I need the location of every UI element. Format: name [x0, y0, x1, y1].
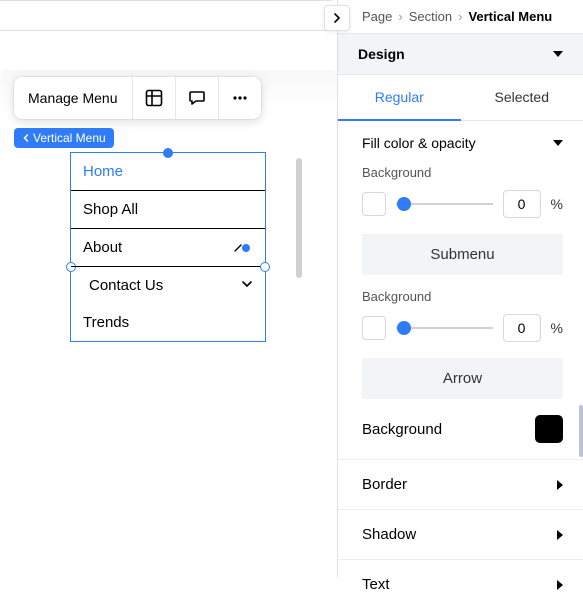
chevron-right-icon: ›	[398, 9, 402, 24]
manage-menu-button[interactable]: Manage Menu	[14, 77, 132, 119]
background-label: Background	[362, 165, 563, 180]
menu-item-home[interactable]: Home	[71, 153, 265, 191]
background-controls: 0 %	[362, 314, 563, 342]
unit-label: %	[551, 196, 563, 212]
chevron-right-icon: ›	[458, 9, 462, 24]
chevron-left-icon	[22, 131, 30, 145]
comment-icon	[188, 89, 206, 107]
fill-color-opacity-row[interactable]: Fill color & opacity	[362, 135, 563, 151]
chevron-right-icon	[332, 13, 342, 23]
unit-label: %	[551, 320, 563, 336]
design-panel: Page › Section › Vertical Menu Design Re…	[337, 0, 583, 577]
breadcrumb-section[interactable]: Section	[409, 9, 452, 24]
fill-section: Fill color & opacity Background 0 %	[338, 121, 583, 224]
resize-handle-top[interactable]	[163, 148, 173, 158]
chevron-down-icon	[241, 277, 253, 294]
accordion-title: Design	[358, 46, 405, 62]
menu-item-about[interactable]: About	[71, 229, 265, 267]
row-label: Border	[362, 476, 407, 493]
color-swatch[interactable]	[535, 415, 563, 443]
menu-item-trends[interactable]: Trends	[71, 304, 265, 341]
triangle-right-icon	[557, 480, 563, 490]
row-label: Shadow	[362, 526, 416, 543]
vertical-menu-widget[interactable]: Home Shop All About Contact Us Trends	[70, 152, 266, 342]
color-swatch[interactable]	[362, 316, 386, 340]
breadcrumb: Page › Section › Vertical Menu	[338, 0, 583, 33]
scrollbar[interactable]	[579, 405, 583, 457]
design-accordion-header[interactable]: Design	[338, 33, 583, 75]
more-button[interactable]	[219, 77, 261, 119]
editor-canvas: Manage Menu Vertical Menu	[0, 0, 332, 577]
background-label: Background	[362, 289, 563, 304]
breadcrumb-page[interactable]: Page	[362, 9, 392, 24]
menu-item-contact-us[interactable]: Contact Us	[71, 267, 265, 304]
triangle-down-icon	[553, 51, 563, 57]
slider-thumb[interactable]	[397, 197, 411, 211]
shadow-row[interactable]: Shadow	[338, 509, 583, 559]
arrow-background-row[interactable]: Background	[338, 399, 583, 459]
layout-icon	[145, 89, 163, 107]
tab-regular[interactable]: Regular	[338, 75, 461, 121]
arrow-group-header: Arrow	[362, 358, 563, 399]
selection-tag[interactable]: Vertical Menu	[14, 128, 114, 148]
menu-item-label: About	[83, 239, 122, 256]
state-tabs: Regular Selected	[338, 75, 583, 121]
triangle-down-icon	[553, 140, 563, 146]
more-icon	[231, 89, 249, 107]
row-label: Text	[362, 576, 390, 593]
background-controls: 0 %	[362, 190, 563, 218]
item-move-icon	[233, 243, 255, 253]
divider	[0, 30, 332, 31]
scrollbar[interactable]	[296, 158, 302, 278]
triangle-right-icon	[557, 580, 563, 590]
row-label: Background	[362, 421, 442, 438]
fill-title: Fill color & opacity	[362, 135, 476, 151]
layout-button[interactable]	[133, 77, 175, 119]
selection-tag-label: Vertical Menu	[33, 131, 106, 145]
floating-toolbar: Manage Menu	[14, 77, 261, 119]
menu-item-shop-all[interactable]: Shop All	[71, 191, 265, 229]
panel-collapse-button[interactable]	[324, 5, 350, 31]
slider-thumb[interactable]	[397, 321, 411, 335]
tab-selected[interactable]: Selected	[461, 75, 583, 120]
breadcrumb-current: Vertical Menu	[468, 9, 552, 24]
divider	[0, 0, 332, 1]
submenu-group-header: Submenu	[362, 234, 563, 275]
opacity-input[interactable]: 0	[503, 314, 541, 342]
text-row[interactable]: Text	[338, 559, 583, 609]
triangle-right-icon	[557, 530, 563, 540]
opacity-input[interactable]: 0	[503, 190, 541, 218]
submenu-section: Background 0 %	[338, 275, 583, 348]
opacity-slider[interactable]	[396, 194, 493, 214]
color-swatch[interactable]	[362, 192, 386, 216]
opacity-slider[interactable]	[396, 318, 493, 338]
menu-item-label: Contact Us	[89, 277, 163, 294]
border-row[interactable]: Border	[338, 459, 583, 509]
comment-button[interactable]	[176, 77, 218, 119]
selected-item-wrapper: About Contact Us	[71, 229, 265, 304]
